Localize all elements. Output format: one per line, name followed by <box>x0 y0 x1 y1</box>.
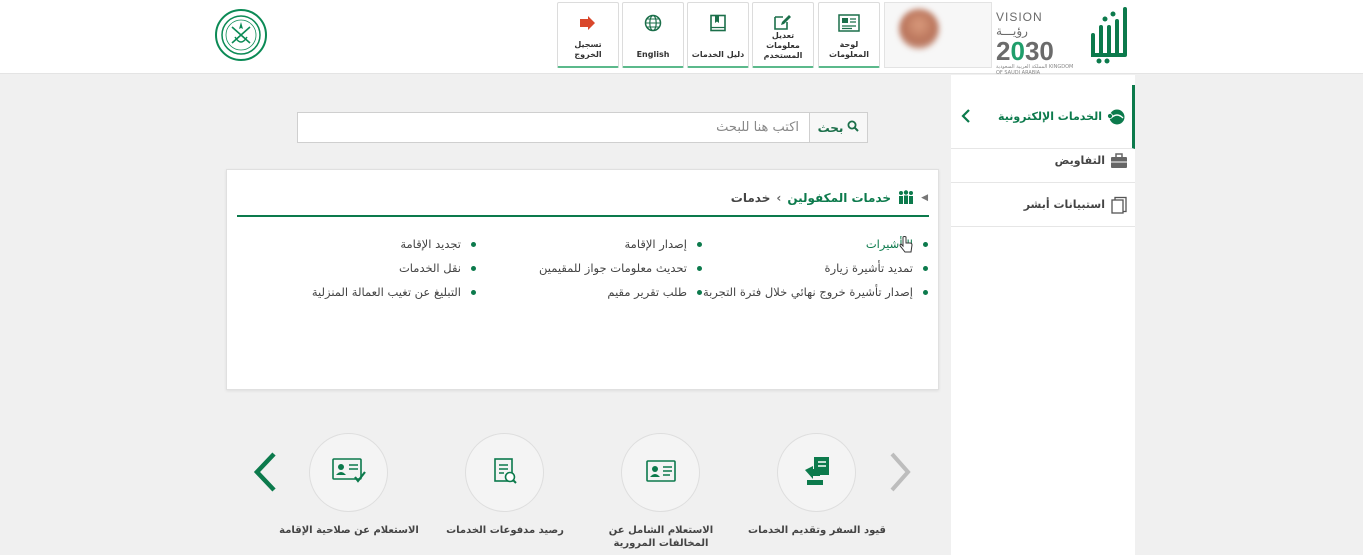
service-link-resident-report[interactable]: طلب تقرير مقيم <box>539 280 702 304</box>
carousel-label: الاستعلام عن صلاحية الإقامة <box>279 525 419 536</box>
logout-icon <box>579 13 597 33</box>
dashboard-label: لوحة المعلومات <box>829 40 869 59</box>
carousel-prev-arrow[interactable] <box>252 450 278 498</box>
logout-button[interactable]: تسجيل الخروج <box>557 2 619 68</box>
search-input[interactable] <box>298 113 809 142</box>
book-icon <box>709 13 727 33</box>
service-link-update-passport[interactable]: تحديث معلومات جواز للمقيمين <box>539 256 702 280</box>
service-link-final-exit-probation[interactable]: إصدار تأشيرة خروج نهائي خلال فترة التجرب… <box>703 280 928 304</box>
services-panel: ◀ خدمات المكفولين › خدمات التأشيرات تمدي… <box>226 169 939 390</box>
services-guide-button[interactable]: دليل الخدمات <box>687 2 749 68</box>
carousel-item-iqama-validity[interactable] <box>309 433 388 512</box>
top-header: تسجيل الخروج English دليل الخدمات تعديل … <box>0 0 1363 76</box>
carousel-next-arrow[interactable] <box>888 450 912 498</box>
services-column-3: تجديد الإقامة نقل الخدمات التبليغ عن تغي… <box>312 232 476 304</box>
search-button[interactable]: بحث <box>809 113 867 142</box>
sponsored-people-icon <box>897 189 915 207</box>
carousel-label: قيود السفر وتقديم الخدمات <box>748 525 886 536</box>
services-column-1: التأشيرات تمديد تأشيرة زيارة إصدار تأشير… <box>703 232 928 304</box>
user-profile-box[interactable] <box>884 2 992 68</box>
service-link-extend-visit-visa[interactable]: تمديد تأشيرة زيارة <box>703 256 928 280</box>
vision-logo-line1: VISION رؤيـــة <box>996 10 1043 38</box>
travel-restrictions-icon <box>800 454 834 492</box>
sidebar-item-label: استبيانات أبشر <box>1023 198 1105 211</box>
services-column-2: إصدار الإقامة تحديث معلومات جواز للمقيمي… <box>539 232 702 304</box>
vision-2030-logo: VISION رؤيـــة 2030 المملكة العربية السع… <box>996 10 1076 76</box>
service-link-visas[interactable]: التأشيرات <box>703 232 928 256</box>
payments-icon <box>492 457 518 489</box>
mouse-pointer-icon <box>899 236 913 253</box>
search-bar: بحث <box>297 112 868 143</box>
eservices-icon <box>1106 108 1126 126</box>
carousel-item-traffic-violations[interactable] <box>621 433 700 512</box>
violations-card-icon <box>645 459 676 486</box>
breadcrumb: ◀ خدمات المكفولين › خدمات <box>731 188 928 208</box>
absher-logo <box>1084 4 1130 66</box>
edit-user-info-label: تعديل معلومات المستخدم <box>763 31 803 60</box>
chevron-left-icon[interactable] <box>961 109 971 126</box>
globe-icon <box>644 13 662 33</box>
right-sidebar: الخدمات الإلكترونية التفاويض استبيانات أ… <box>951 75 1135 555</box>
briefcase-icon <box>1109 152 1129 170</box>
english-button[interactable]: English <box>622 2 684 68</box>
sidebar-item-surveys[interactable]: استبيانات أبشر <box>951 183 1135 227</box>
caret-right-icon[interactable]: ◀ <box>921 193 928 203</box>
breadcrumb-current: خدمات <box>730 191 771 205</box>
service-link-transfer-services[interactable]: نقل الخدمات <box>312 256 476 280</box>
dashboard-icon <box>838 13 860 33</box>
carousel-item-payments-balance[interactable] <box>465 433 544 512</box>
sidebar-item-label: التفاويض <box>1054 154 1105 167</box>
vision-logo-year: 2030 <box>996 36 1054 66</box>
edit-user-info-button[interactable]: تعديل معلومات المستخدم <box>752 2 814 68</box>
edit-icon <box>773 13 793 31</box>
residency-validity-icon <box>331 457 366 488</box>
breadcrumb-section[interactable]: خدمات المكفولين <box>787 191 891 205</box>
sidebar-item-label: الخدمات الإلكترونية <box>998 110 1102 123</box>
avatar <box>899 9 939 49</box>
survey-icon <box>1109 196 1129 214</box>
search-icon <box>847 120 860 135</box>
service-link-issue-iqama[interactable]: إصدار الإقامة <box>539 232 702 256</box>
carousel-label: رصيد مدفوعات الخدمات <box>446 525 564 536</box>
service-link-renew-iqama[interactable]: تجديد الإقامة <box>312 232 476 256</box>
carousel-label: الاستعلام الشامل عن المخالفات المرورية <box>608 525 714 549</box>
breadcrumb-separator-icon: › <box>776 191 782 205</box>
search-button-label: بحث <box>817 120 844 135</box>
logout-label: تسجيل الخروج <box>574 40 602 59</box>
ministry-seal-logo <box>215 9 267 61</box>
service-link-report-absence[interactable]: التبليغ عن تغيب العمالة المنزلية <box>312 280 476 304</box>
services-guide-label: دليل الخدمات <box>691 50 745 59</box>
panel-divider <box>237 215 929 217</box>
carousel-item-travel-restrictions[interactable] <box>777 433 856 512</box>
english-label: English <box>636 50 670 59</box>
dashboard-button[interactable]: لوحة المعلومات <box>818 2 880 68</box>
sidebar-item-delegations[interactable]: التفاويض <box>951 139 1135 183</box>
